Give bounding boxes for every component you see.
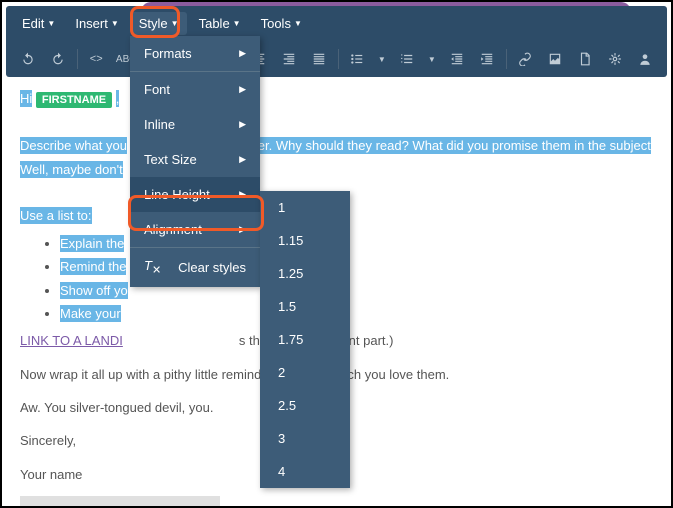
document-button[interactable] bbox=[571, 47, 599, 71]
settings-button[interactable] bbox=[601, 47, 629, 71]
numlist-dropdown-icon[interactable]: ▼ bbox=[423, 47, 441, 71]
undo-button[interactable] bbox=[14, 47, 42, 71]
text: Now wrap it all up with a pithy little r… bbox=[20, 367, 261, 382]
menubar: Edit▼ Insert▼ Style▼ Table▼ Tools▼ bbox=[6, 6, 667, 41]
caret-icon: ▼ bbox=[47, 19, 55, 28]
dd-inline[interactable]: Inline ▶ bbox=[130, 107, 260, 142]
menu-insert[interactable]: Insert▼ bbox=[67, 12, 126, 35]
menu-label: Tools bbox=[261, 16, 291, 31]
dd-label: Formats bbox=[144, 46, 192, 61]
caret-icon: ▼ bbox=[233, 19, 241, 28]
text: Hi bbox=[20, 90, 32, 107]
link-button[interactable] bbox=[511, 47, 539, 71]
menu-edit[interactable]: Edit▼ bbox=[14, 12, 63, 35]
menu-label: Style bbox=[139, 16, 168, 31]
text: , bbox=[116, 90, 120, 107]
variable-firstname: FIRSTNAME bbox=[36, 92, 112, 108]
arrow-icon: ▶ bbox=[239, 224, 246, 235]
align-right-button[interactable] bbox=[275, 47, 303, 71]
lh-option[interactable]: 1.5 bbox=[260, 290, 350, 323]
lh-option[interactable]: 2 bbox=[260, 356, 350, 389]
align-justify-button[interactable] bbox=[305, 47, 333, 71]
outdent-button[interactable] bbox=[443, 47, 471, 71]
menu-style[interactable]: Style▼ bbox=[131, 12, 187, 35]
text: Remind the bbox=[60, 258, 126, 275]
dd-label: Text Size bbox=[144, 152, 197, 167]
text: Use a list to: bbox=[20, 207, 92, 224]
redo-button[interactable] bbox=[44, 47, 72, 71]
landing-link[interactable]: LINK TO A LANDI bbox=[20, 333, 123, 348]
lh-option[interactable]: 1.15 bbox=[260, 224, 350, 257]
placeholder-box bbox=[20, 496, 220, 508]
text: Describe what you bbox=[20, 137, 127, 154]
caret-icon: ▼ bbox=[171, 19, 179, 28]
lh-option[interactable]: 2.5 bbox=[260, 389, 350, 422]
arrow-icon: ▶ bbox=[239, 154, 246, 165]
code-button[interactable]: <> bbox=[82, 47, 110, 71]
lh-option[interactable]: 1.75 bbox=[260, 323, 350, 356]
lh-option[interactable]: 4 bbox=[260, 455, 350, 488]
dd-font[interactable]: Font ▶ bbox=[130, 72, 260, 107]
text: mer. Why should they read? What did you … bbox=[247, 137, 651, 154]
dd-label: Alignment bbox=[144, 222, 202, 237]
menu-label: Edit bbox=[22, 16, 44, 31]
lh-option[interactable]: 3 bbox=[260, 422, 350, 455]
dd-alignment[interactable]: Alignment ▶ bbox=[130, 212, 260, 247]
bullet-list-button[interactable] bbox=[343, 47, 371, 71]
text: Well, maybe don't bbox=[20, 161, 123, 178]
lineheight-submenu: 1 1.15 1.25 1.5 1.75 2 2.5 3 4 bbox=[260, 191, 350, 488]
list-dropdown-icon[interactable]: ▼ bbox=[373, 47, 391, 71]
caret-icon: ▼ bbox=[111, 19, 119, 28]
dd-label: Font bbox=[144, 82, 170, 97]
arrow-icon: ▶ bbox=[239, 48, 246, 59]
text: Make your bbox=[60, 305, 121, 322]
style-dropdown: Formats ▶ Font ▶ Inline ▶ Text Size ▶ Line H… bbox=[130, 36, 260, 287]
arrow-icon: ▶ bbox=[239, 119, 246, 130]
menu-tools[interactable]: Tools▼ bbox=[253, 12, 310, 35]
arrow-icon: ▶ bbox=[239, 84, 246, 95]
menu-label: Insert bbox=[75, 16, 108, 31]
text: Explain the bbox=[60, 235, 124, 252]
dd-lineheight[interactable]: Line Height ▶ bbox=[130, 177, 260, 212]
dd-label: Inline bbox=[144, 117, 175, 132]
lh-option[interactable]: 1 bbox=[260, 191, 350, 224]
menu-table[interactable]: Table▼ bbox=[191, 12, 249, 35]
caret-icon: ▼ bbox=[294, 19, 302, 28]
arrow-icon: ▶ bbox=[239, 189, 246, 200]
menu-label: Table bbox=[199, 16, 230, 31]
dd-clear[interactable]: T✕ Clear styles bbox=[130, 248, 260, 287]
text: Show off yo bbox=[60, 282, 128, 299]
user-button[interactable] bbox=[631, 47, 659, 71]
dd-label: Line Height bbox=[144, 187, 210, 202]
dd-formats[interactable]: Formats ▶ bbox=[130, 36, 260, 71]
toolbar: <> ABC ▼ ▼ ▼ bbox=[6, 41, 667, 77]
lh-option[interactable]: 1.25 bbox=[260, 257, 350, 290]
number-list-button[interactable] bbox=[393, 47, 421, 71]
dd-textsize[interactable]: Text Size ▶ bbox=[130, 142, 260, 177]
indent-button[interactable] bbox=[473, 47, 501, 71]
clear-icon: T✕ bbox=[144, 258, 161, 277]
image-button[interactable] bbox=[541, 47, 569, 71]
dd-label: Clear styles bbox=[178, 260, 246, 275]
